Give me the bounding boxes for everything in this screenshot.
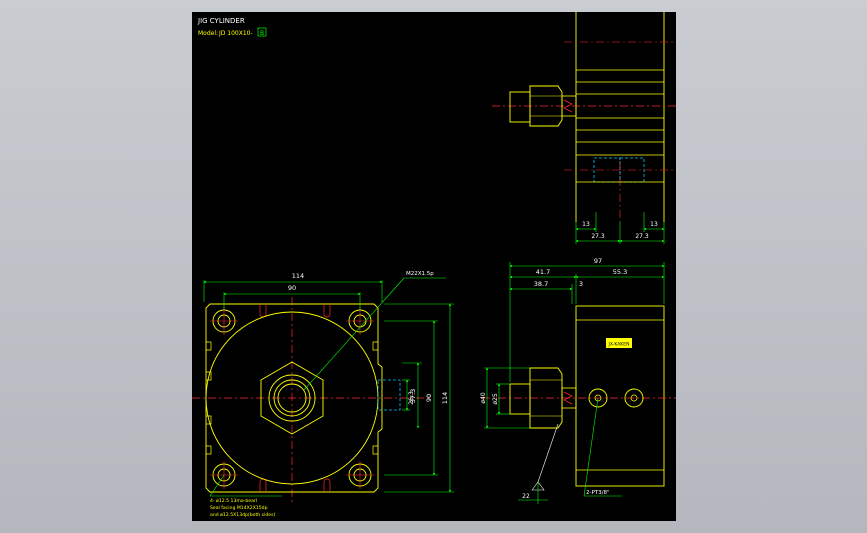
- port-callout: 2-PT3/8": [586, 490, 610, 496]
- model-value: JD 100X10-: [218, 30, 253, 37]
- side-rod-end: [509, 383, 531, 415]
- front-view: 114 90 114 90 37.3 26.3 M22X1.5p 4- ø12.…: [192, 271, 454, 518]
- drawing-title: JIG CYLINDER: [197, 17, 245, 25]
- hole-note-line-1: 4- ø12.5 13ma-bearl: [210, 498, 257, 504]
- dim-gap-3: 3: [579, 280, 583, 288]
- dim-dia-25: ø25: [492, 393, 499, 404]
- dim-body-55-3: 55.3: [613, 268, 627, 276]
- dim-height-26-3: 26.3: [408, 391, 415, 405]
- dim-width-114: 114: [292, 272, 304, 280]
- cad-drawing-canvas: JIG CYLINDER Model: JD 100X10- B 114 90 …: [192, 12, 676, 521]
- model-suffix: B: [260, 30, 264, 37]
- dim-left-13: 13: [582, 221, 590, 228]
- dim-left-27-3: 27.3: [591, 233, 605, 240]
- dim-height-114: 114: [441, 392, 449, 404]
- top-view: 13 13 27.3 27.3: [492, 12, 676, 244]
- dim-width-90: 90: [288, 284, 296, 292]
- cad-drawing: JIG CYLINDER Model: JD 100X10- B 114 90 …: [192, 12, 676, 518]
- side-port-hidden: [377, 379, 401, 411]
- hole-note-line-3: and ø12.5X13dp(both sides): [210, 512, 275, 518]
- thread-callout: M22X1.5p: [406, 271, 434, 277]
- dim-height-90: 90: [425, 394, 433, 402]
- dim-right-13: 13: [650, 221, 658, 228]
- top-rod-end: [509, 91, 531, 123]
- hole-note-line-2: Seal facing M14X2X15dp: [210, 505, 268, 511]
- dim-stroke-22: 22: [522, 493, 530, 500]
- dim-total-97: 97: [594, 257, 602, 265]
- dim-dia-40: ø40: [480, 392, 487, 403]
- dim-right-27-3: 27.3: [635, 233, 649, 240]
- brand-label: JX-KAKEN: [608, 342, 630, 348]
- dim-rod-41-7: 41.7: [536, 268, 550, 276]
- model-label: Model:: [198, 30, 218, 37]
- dim-rod-38-7: 38.7: [534, 280, 548, 288]
- side-view: JX-KAKEN 97 41.7 55.3 38.7 3 ø40 ø25 22 …: [480, 257, 676, 504]
